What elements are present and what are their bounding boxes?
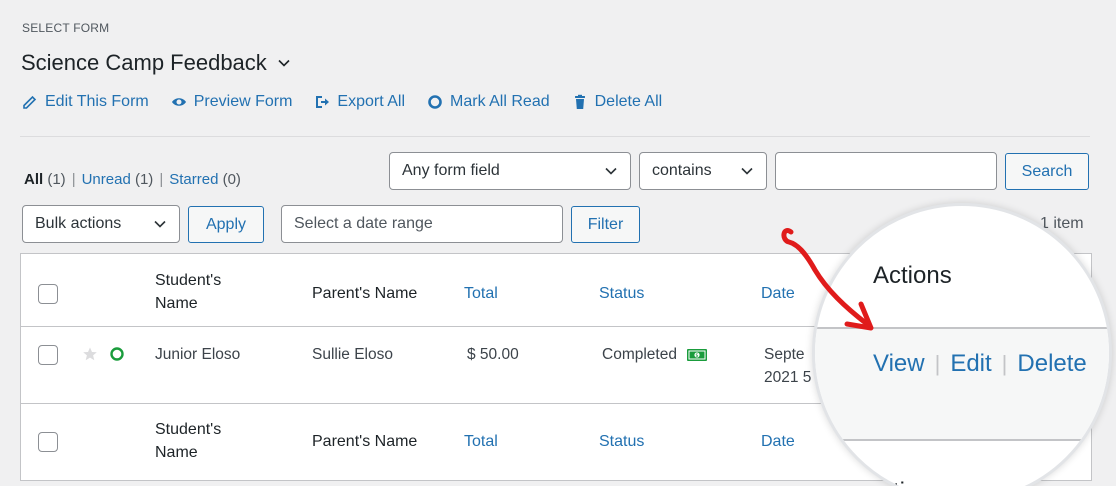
view-all[interactable]: All (1) [24,171,66,188]
footer-parent-name[interactable]: Parent's Name [312,430,417,453]
view-separator: | [71,171,76,188]
export-all-link[interactable]: Export All [314,93,405,111]
select-form-label: SELECT FORM [22,21,110,35]
select-all-checkbox[interactable] [38,284,58,304]
cell-total: $ 50.00 [467,346,519,363]
magnified-footer-header: tions [893,478,944,486]
filter-button[interactable]: Filter [571,206,640,243]
column-parent-name[interactable]: Parent's Name [312,282,417,305]
magnified-row-band [815,328,1109,440]
date-line1: Septe [764,346,805,363]
view-filters: All (1) | Unread (1) | Starred (0) [24,171,241,188]
eye-icon [171,98,186,106]
form-selector[interactable]: Science Camp Feedback [21,50,291,76]
column-student-name[interactable]: Student's Name [155,269,221,315]
row-actions: View | Edit | Delete [873,350,1087,378]
row-checkbox[interactable] [38,345,58,365]
action-separator: | [1001,351,1008,376]
column-status[interactable]: Status [599,282,644,305]
chevron-down-icon [154,220,166,228]
unread-circle-icon[interactable] [109,346,125,362]
export-all-label: Export All [337,93,406,110]
search-operator-select[interactable]: contains [639,152,767,190]
mark-all-read-label: Mark All Read [450,93,550,110]
select-all-checkbox-footer[interactable] [38,432,58,452]
view-starred[interactable]: Starred (0) [169,171,241,188]
delete-entry-link[interactable]: Delete [1017,350,1086,378]
date-line2: 2021 5 [764,369,812,386]
money-icon: $ [686,348,707,361]
svg-text:$: $ [695,353,698,359]
edit-form-link[interactable]: Edit This Form [22,93,149,111]
view-separator: | [159,171,164,188]
chevron-down-icon [605,167,617,175]
footer-student-line2: Name [155,444,198,461]
cell-date: Septe 2021 5 [764,343,811,389]
bulk-actions-select[interactable]: Bulk actions [22,205,180,243]
apply-button[interactable]: Apply [188,206,264,243]
footer-student-name[interactable]: Student's Name [155,418,221,464]
edit-entry-link[interactable]: Edit [950,350,991,378]
magnified-actions-header: Actions [873,262,952,289]
date-range-input[interactable]: Select a date range [281,205,563,243]
search-operator-value: contains [652,162,712,179]
chevron-down-icon [741,167,753,175]
column-date[interactable]: Date [761,282,795,305]
cell-student-name[interactable]: Junior Eloso [155,343,240,366]
pencil-icon [23,95,37,109]
star-icon[interactable] [82,346,98,362]
circle-icon [428,95,442,109]
preview-form-label: Preview Form [193,93,293,110]
column-student-line2: Name [155,295,198,312]
column-total[interactable]: Total [464,282,498,305]
header-divider [20,136,1090,137]
cell-status: Completed $ [602,343,708,366]
action-separator: | [934,351,941,376]
delete-all-label: Delete All [594,93,663,110]
magnified-callout: Actions View | Edit | Delete tions [812,203,1112,486]
bulk-actions-value: Bulk actions [35,215,122,232]
column-student-line1: Student's [155,272,222,289]
search-field-select-value: Any form field [402,162,500,179]
export-icon [316,96,330,108]
search-button[interactable]: Search [1005,153,1089,190]
edit-form-label: Edit This Form [45,93,149,110]
cell-parent-name: Sullie Eloso [312,346,393,363]
form-actions-bar: Edit This Form Preview Form Export All M… [22,93,662,111]
footer-student-line1: Student's [155,421,222,438]
trash-icon [574,94,585,109]
footer-total[interactable]: Total [464,430,498,453]
chevron-down-icon [278,59,290,67]
preview-form-link[interactable]: Preview Form [171,93,293,111]
magnified-row-divider [815,327,1109,329]
footer-date[interactable]: Date [761,430,795,453]
view-entry-link[interactable]: View [873,350,925,378]
mark-all-read-link[interactable]: Mark All Read [427,93,550,111]
status-text: Completed [602,346,677,363]
search-field-select[interactable]: Any form field [389,152,631,190]
search-input[interactable] [775,152,997,190]
magnified-row-divider [815,439,1109,441]
view-unread[interactable]: Unread (1) [82,171,154,188]
form-title: Science Camp Feedback [21,50,267,75]
footer-status[interactable]: Status [599,430,644,453]
delete-all-link[interactable]: Delete All [572,93,663,111]
